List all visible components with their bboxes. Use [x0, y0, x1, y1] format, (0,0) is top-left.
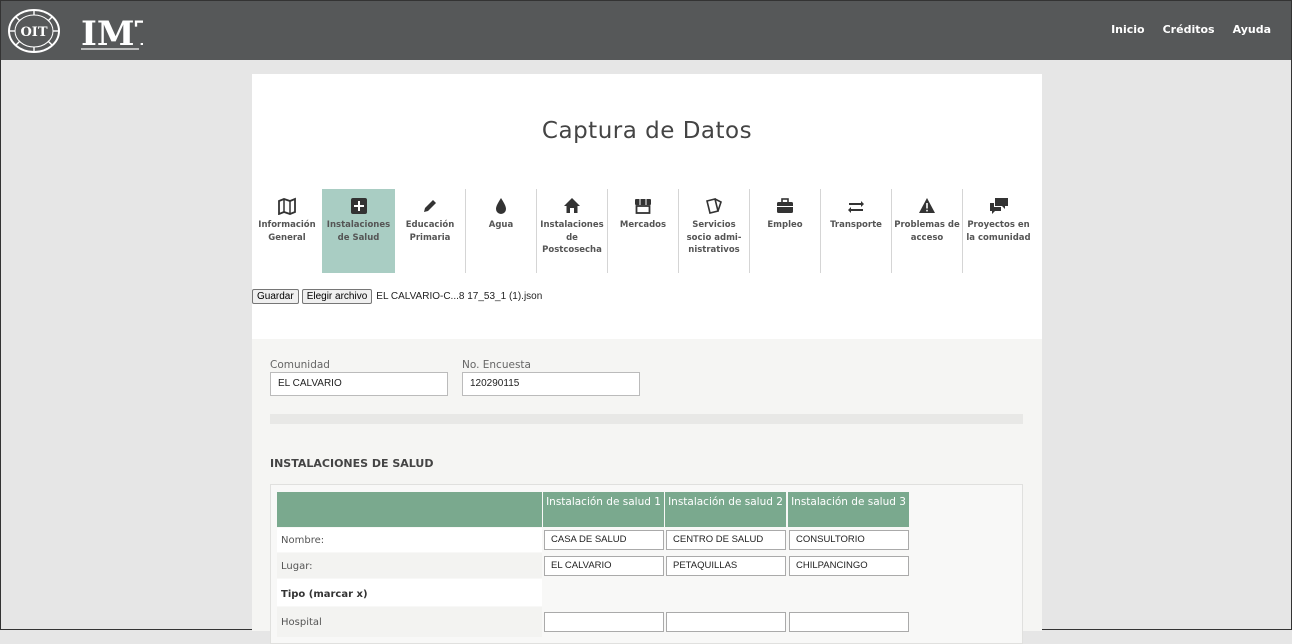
comunidad-label: Comunidad — [270, 359, 330, 371]
table-header-col1: Instalación de salud 1 — [543, 492, 664, 527]
lugar-input-1[interactable]: EL CALVARIO — [544, 556, 664, 576]
row-label-nombre: Nombre: — [281, 535, 325, 546]
store-icon — [635, 199, 651, 214]
map-icon — [278, 197, 296, 215]
section-tabs: Información General Instalaciones de Sal… — [252, 189, 1042, 273]
tab-servicios[interactable]: Servicios socio admi- nistrativos — [679, 189, 750, 273]
lugar-input-3[interactable]: CHILPANCINGO — [789, 556, 909, 576]
home-icon — [564, 198, 580, 213]
tab-label: Transporte — [830, 220, 882, 230]
plus-square-icon — [350, 198, 367, 214]
tab-empleo[interactable]: Empleo — [750, 189, 821, 273]
hospital-input-1[interactable] — [544, 612, 664, 632]
warning-icon — [919, 198, 935, 213]
tab-label: Instalaciones de Salud — [326, 220, 391, 243]
content-panel: Captura de Datos Información General Ins… — [252, 74, 1042, 644]
row-label-tipo: Tipo (marcar x) — [281, 589, 368, 600]
briefcase-icon — [777, 198, 793, 213]
lugar-input-2[interactable]: PETAQUILLAS — [666, 556, 786, 576]
encuesta-label: No. Encuesta — [462, 359, 531, 371]
hospital-input-2[interactable] — [666, 612, 786, 632]
tab-label: Educación Primaria — [405, 220, 455, 243]
table-row — [277, 553, 542, 578]
tab-instalaciones-salud[interactable]: Instalaciones de Salud — [322, 189, 395, 273]
nav-inicio[interactable]: Inicio — [1111, 23, 1145, 36]
form-area: Comunidad EL CALVARIO No. Encuesta 12029… — [252, 339, 1042, 644]
tab-label: Agua — [488, 220, 514, 230]
table-header-blank — [277, 492, 542, 527]
nombre-input-2[interactable]: CENTRO DE SALUD — [666, 530, 786, 550]
section-title: INSTALACIONES DE SALUD — [270, 457, 434, 470]
tab-label: Empleo — [767, 220, 803, 230]
nombre-input-3[interactable]: CONSULTORIO — [789, 530, 909, 550]
tab-label: Información General — [258, 220, 316, 243]
row-label-lugar: Lugar: — [281, 561, 313, 572]
tab-label: Problemas de acceso — [894, 220, 960, 243]
oit-logo[interactable]: OIT — [7, 8, 61, 54]
nav-ayuda[interactable]: Ayuda — [1233, 23, 1271, 36]
drop-icon — [496, 198, 506, 214]
page-title: Captura de Datos — [541, 118, 753, 144]
nav-creditos[interactable]: Créditos — [1163, 23, 1215, 36]
documents-icon — [706, 198, 722, 214]
file-bar: Guardar Elegir archivo EL CALVARIO-C...8… — [252, 288, 542, 304]
row-label-hospital: Hospital — [281, 617, 322, 628]
tab-problemas-acceso[interactable]: Problemas de acceso — [892, 189, 963, 273]
tab-mercados[interactable]: Mercados — [608, 189, 679, 273]
main-nav: Inicio Créditos Ayuda — [1111, 23, 1271, 36]
comments-icon — [989, 198, 1008, 214]
tab-educacion-primaria[interactable]: Educación Primaria — [395, 189, 466, 273]
save-button[interactable]: Guardar — [252, 288, 299, 304]
nombre-input-1[interactable]: CASA DE SALUD — [544, 530, 664, 550]
tab-label: Mercados — [619, 220, 667, 230]
table-header-col2: Instalación de salud 2 — [665, 492, 786, 527]
svg-text:OIT: OIT — [20, 25, 47, 40]
health-table: Instalación de salud 1 Instalación de sa… — [270, 484, 1023, 644]
tab-label: Servicios socio admi- nistrativos — [686, 220, 742, 255]
top-navbar: OIT IMT Inicio Créditos Ayuda — [1, 1, 1291, 60]
hospital-input-3[interactable] — [789, 612, 909, 632]
tab-informacion-general[interactable]: Información General — [252, 189, 323, 273]
imt-logo[interactable]: IMT — [79, 9, 143, 55]
tab-proyectos[interactable]: Proyectos en la comunidad — [963, 189, 1034, 273]
tab-postcosecha[interactable]: Instalaciones de Postcosecha — [537, 189, 608, 273]
exchange-icon — [848, 201, 864, 213]
pencil-icon — [424, 200, 436, 212]
divider — [270, 414, 1023, 424]
table-header-col3: Instalación de salud 3 — [788, 492, 909, 527]
tab-transporte[interactable]: Transporte — [821, 189, 892, 273]
tab-label: Instalaciones de Postcosecha — [540, 220, 604, 255]
tab-agua[interactable]: Agua — [466, 189, 537, 273]
choose-file-button[interactable]: Elegir archivo — [301, 288, 373, 304]
encuesta-input[interactable]: 120290115 — [462, 372, 640, 396]
comunidad-input[interactable]: EL CALVARIO — [270, 372, 448, 396]
tab-label: Proyectos en la comunidad — [966, 220, 1031, 243]
file-name: EL CALVARIO-C...8 17_53_1 (1).json — [376, 290, 543, 302]
